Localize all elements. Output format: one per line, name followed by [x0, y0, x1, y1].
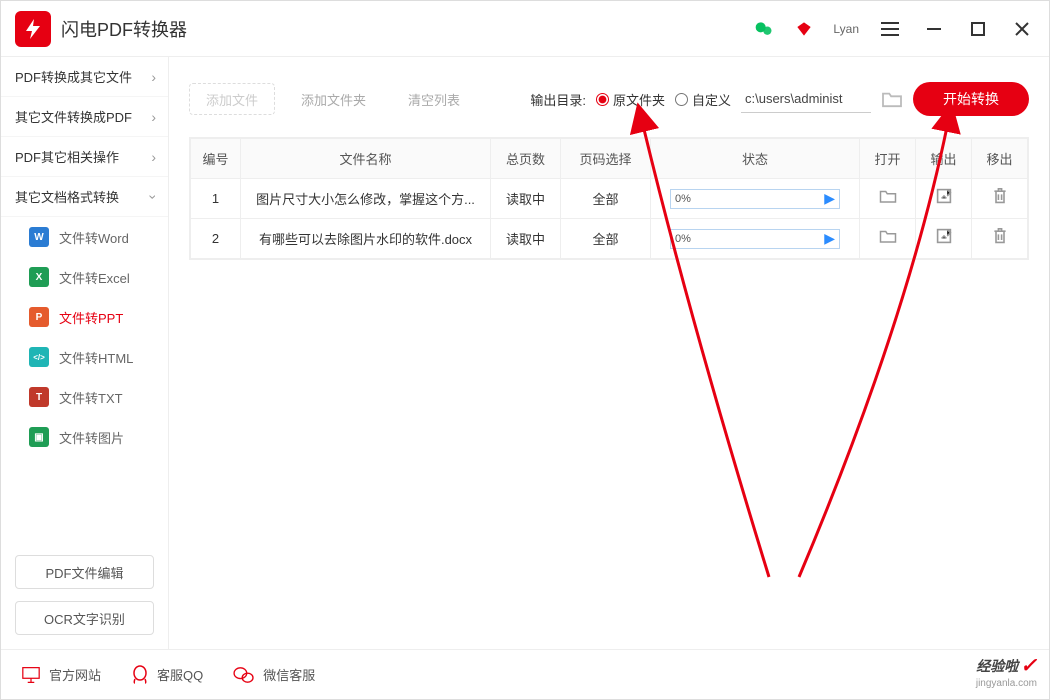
trash-icon[interactable]: [992, 232, 1008, 249]
cell-status: 0%▶: [651, 219, 860, 259]
sidebar-item-word[interactable]: W文件转Word: [1, 217, 168, 257]
table-row: 2有哪些可以去除图片水印的软件.docx读取中全部 0%▶: [191, 219, 1028, 259]
file-table: 编号 文件名称 总页数 页码选择 状态 打开 输出 移出 1图片尺寸大小怎么修改…: [189, 137, 1029, 260]
sidebar: PDF转换成其它文件› 其它文件转换成PDF› PDF其它相关操作› 其它文档格…: [1, 57, 169, 649]
start-convert-button[interactable]: 开始转换: [913, 82, 1029, 116]
sidebar-group-other-to-pdf[interactable]: 其它文件转换成PDF›: [1, 97, 168, 137]
th-num: 编号: [191, 139, 241, 179]
browse-folder-icon[interactable]: [881, 88, 903, 110]
output-dir-label: 输出目录:: [530, 90, 586, 109]
export-icon[interactable]: [936, 231, 952, 248]
export-icon[interactable]: [936, 191, 952, 208]
th-status: 状态: [651, 139, 860, 179]
cell-sel[interactable]: 全部: [561, 179, 651, 219]
html-icon: </>: [29, 347, 49, 367]
radio-original-folder[interactable]: 原文件夹: [596, 90, 665, 109]
th-open: 打开: [860, 139, 916, 179]
image-icon: ▣: [29, 427, 49, 447]
maximize-icon[interactable]: [965, 16, 991, 42]
word-icon: W: [29, 227, 49, 247]
th-sel: 页码选择: [561, 139, 651, 179]
radio-custom-folder[interactable]: 自定义: [675, 90, 731, 109]
titlebar-right: Lyan: [753, 16, 1035, 42]
wechat-icon: [233, 666, 255, 684]
minimize-icon[interactable]: [921, 16, 947, 42]
vip-icon[interactable]: [793, 18, 815, 40]
cell-name: 图片尺寸大小怎么修改，掌握这个方...: [241, 179, 491, 219]
cell-pages: 读取中: [491, 179, 561, 219]
excel-icon: X: [29, 267, 49, 287]
ocr-button[interactable]: OCR文字识别: [15, 601, 154, 635]
cell-num: 1: [191, 179, 241, 219]
th-export: 输出: [916, 139, 972, 179]
app-logo: [15, 11, 51, 47]
footer-wechat[interactable]: 微信客服: [233, 665, 315, 684]
play-icon: ▶: [824, 190, 835, 207]
sidebar-item-excel[interactable]: X文件转Excel: [1, 257, 168, 297]
app-window: 闪电PDF转换器 Lyan PDF转换成其它文件› 其它文件转换成PDF› PD…: [0, 0, 1050, 700]
sidebar-item-txt[interactable]: T文件转TXT: [1, 377, 168, 417]
open-folder-icon[interactable]: [879, 191, 897, 208]
close-icon[interactable]: [1009, 16, 1035, 42]
watermark: 经验啦 ✓ jingyanla.com: [976, 653, 1037, 689]
chevron-right-icon: ›: [151, 69, 156, 85]
cell-pages: 读取中: [491, 219, 561, 259]
chevron-right-icon: ›: [151, 109, 156, 125]
output-path-input[interactable]: [741, 85, 871, 113]
chevron-down-icon: ›: [146, 194, 162, 199]
th-pages: 总页数: [491, 139, 561, 179]
clear-list-button[interactable]: 清空列表: [392, 83, 476, 115]
txt-icon: T: [29, 387, 49, 407]
cell-sel[interactable]: 全部: [561, 219, 651, 259]
progress-bar[interactable]: 0%▶: [670, 229, 840, 249]
main-panel: 添加文件 添加文件夹 清空列表 输出目录: 原文件夹 自定义 开始转换 编号 文…: [169, 57, 1049, 649]
sidebar-item-html[interactable]: </>文件转HTML: [1, 337, 168, 377]
add-file-button[interactable]: 添加文件: [189, 83, 275, 115]
cell-status: 0%▶: [651, 179, 860, 219]
chevron-right-icon: ›: [151, 149, 156, 165]
wechat-icon[interactable]: [753, 18, 775, 40]
sidebar-item-image[interactable]: ▣文件转图片: [1, 417, 168, 457]
cell-name: 有哪些可以去除图片水印的软件.docx: [241, 219, 491, 259]
th-remove: 移出: [972, 139, 1028, 179]
sidebar-group-pdf-to-other[interactable]: PDF转换成其它文件›: [1, 57, 168, 97]
sidebar-group-pdf-ops[interactable]: PDF其它相关操作›: [1, 137, 168, 177]
table-row: 1图片尺寸大小怎么修改，掌握这个方...读取中全部 0%▶: [191, 179, 1028, 219]
user-name: Lyan: [833, 22, 859, 36]
trash-icon[interactable]: [992, 192, 1008, 209]
open-folder-icon[interactable]: [879, 231, 897, 248]
sidebar-group-other-formats[interactable]: 其它文档格式转换›: [1, 177, 168, 217]
check-icon: ✓: [1020, 653, 1037, 678]
th-name: 文件名称: [241, 139, 491, 179]
titlebar: 闪电PDF转换器 Lyan: [1, 1, 1049, 57]
qq-icon: [131, 665, 149, 685]
menu-icon[interactable]: [877, 16, 903, 42]
pdf-edit-button[interactable]: PDF文件编辑: [15, 555, 154, 589]
sidebar-item-ppt[interactable]: P文件转PPT: [1, 297, 168, 337]
add-folder-button[interactable]: 添加文件夹: [285, 83, 382, 115]
footer-qq[interactable]: 客服QQ: [131, 665, 203, 685]
body: PDF转换成其它文件› 其它文件转换成PDF› PDF其它相关操作› 其它文档格…: [1, 57, 1049, 649]
app-title: 闪电PDF转换器: [61, 16, 187, 42]
cell-num: 2: [191, 219, 241, 259]
footer-official-site[interactable]: 官方网站: [21, 665, 101, 684]
toolbar: 添加文件 添加文件夹 清空列表 输出目录: 原文件夹 自定义 开始转换: [189, 77, 1029, 121]
progress-bar[interactable]: 0%▶: [670, 189, 840, 209]
monitor-icon: [21, 666, 41, 684]
footer: 官方网站 客服QQ 微信客服: [1, 649, 1049, 699]
play-icon: ▶: [824, 230, 835, 247]
ppt-icon: P: [29, 307, 49, 327]
